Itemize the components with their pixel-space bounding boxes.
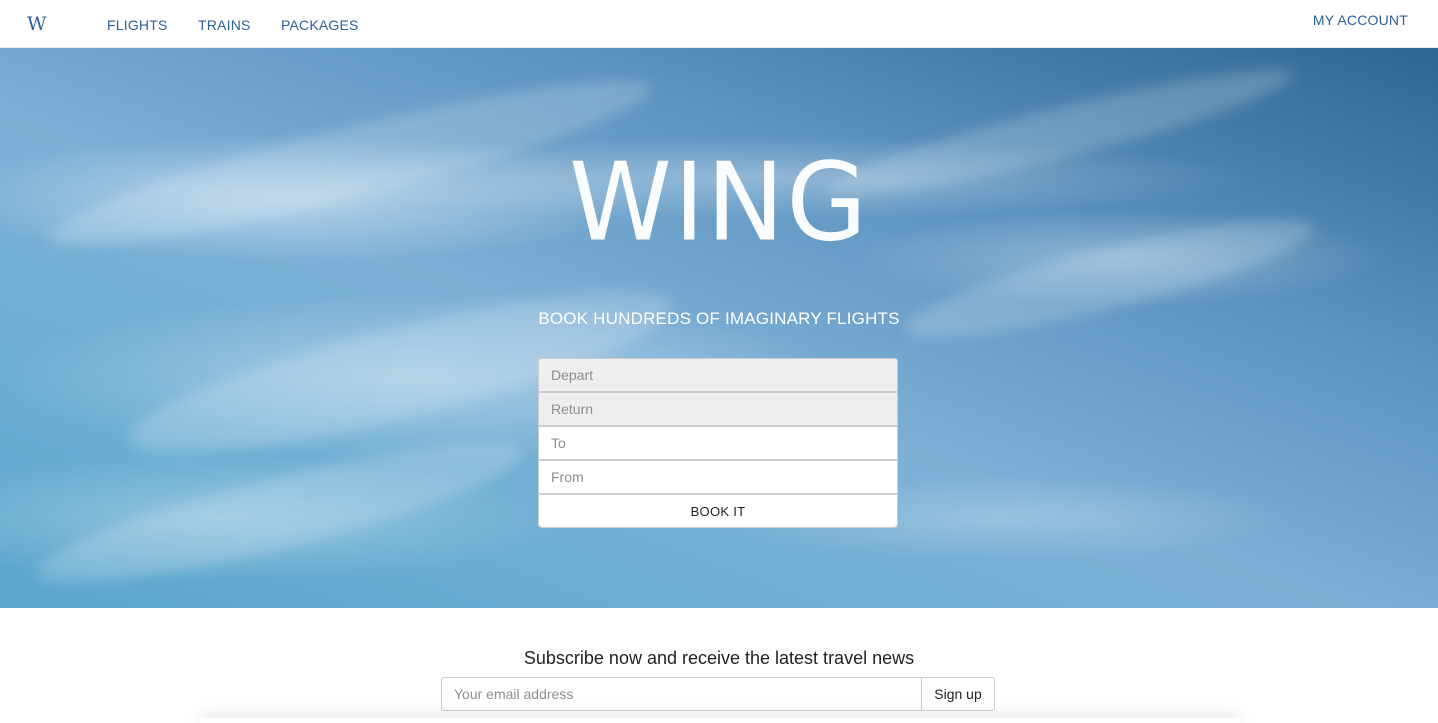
hero-subtitle: BOOK HUNDREDS OF IMAGINARY FLIGHTS <box>538 309 900 328</box>
nav-link-flights[interactable]: FLIGHTS <box>107 17 168 33</box>
top-navbar: W FLIGHTS TRAINS PACKAGES MY ACCOUNT <box>0 0 1438 48</box>
hero-title: WING <box>0 138 1438 266</box>
subscribe-section: Subscribe now and receive the latest tra… <box>0 608 1438 723</box>
to-destination-field[interactable] <box>538 426 898 460</box>
footer-shadow <box>200 718 1240 723</box>
hero-title-text: WING <box>569 138 869 266</box>
hero-section: WING BOOK HUNDREDS OF IMAGINARY FLIGHTS … <box>0 48 1438 608</box>
book-it-button[interactable]: BOOK IT <box>538 494 898 528</box>
email-input[interactable] <box>441 677 921 711</box>
subscribe-form: Sign up <box>441 677 995 711</box>
depart-date-field[interactable] <box>538 358 898 392</box>
nav-link-trains[interactable]: TRAINS <box>198 17 251 33</box>
sign-up-button[interactable]: Sign up <box>921 677 995 711</box>
nav-link-my-account[interactable]: MY ACCOUNT <box>1313 12 1408 28</box>
brand-logo[interactable]: W <box>27 13 47 35</box>
subscribe-title: Subscribe now and receive the latest tra… <box>523 648 915 668</box>
cloud-decoration <box>28 418 532 608</box>
from-origin-field[interactable] <box>538 460 898 494</box>
nav-link-packages[interactable]: PACKAGES <box>281 17 359 33</box>
return-date-field[interactable] <box>538 392 898 426</box>
booking-form: BOOK IT <box>538 358 898 528</box>
